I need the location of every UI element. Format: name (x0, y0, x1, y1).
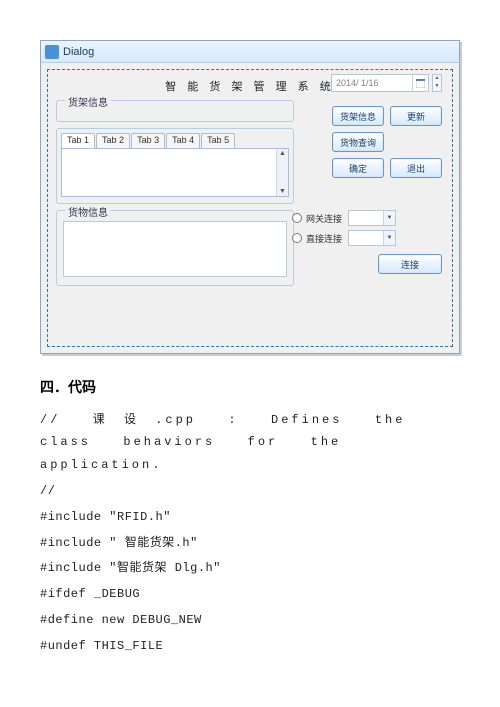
dialog-window: Dialog 智 能 货 架 管 理 系 统 货架信息 Tab 1 Tab 2 … (40, 40, 460, 354)
radio-gateway-row[interactable]: 网关连接 ▼ (292, 210, 442, 226)
tab-scrollbar[interactable]: ▲ ▼ (276, 149, 288, 196)
tab-2[interactable]: Tab 2 (96, 133, 130, 148)
tab-control-group: Tab 1 Tab 2 Tab 3 Tab 4 Tab 5 ▲ ▼ (56, 128, 294, 204)
tabstrip: Tab 1 Tab 2 Tab 3 Tab 4 Tab 5 (61, 133, 289, 149)
shelf-info-group: 货架信息 (56, 100, 294, 122)
date-spin[interactable]: ▲ ▼ (432, 74, 442, 92)
window-title: Dialog (63, 46, 94, 58)
left-column: 货架信息 Tab 1 Tab 2 Tab 3 Tab 4 Tab 5 ▲ ▼ (56, 100, 296, 286)
exit-button[interactable]: 退出 (390, 158, 442, 178)
code-line: #include " 智能货架.h" (40, 532, 460, 555)
goods-textarea[interactable] (63, 221, 287, 277)
inner-panel: 智 能 货 架 管 理 系 统 货架信息 Tab 1 Tab 2 Tab 3 T… (47, 69, 453, 347)
tab-body[interactable]: ▲ ▼ (61, 149, 289, 197)
app-icon (45, 45, 59, 59)
spin-up-icon[interactable]: ▲ (433, 75, 441, 83)
scroll-up-icon[interactable]: ▲ (279, 150, 286, 157)
button-grid: 货架信息 更新 货物查询 确定 退出 (292, 106, 442, 178)
connection-radio-group: 网关连接 ▼ 直接连接 ▼ (292, 210, 442, 246)
direct-radio[interactable] (292, 233, 302, 243)
right-column: 2014/ 1/16 ▲ ▼ 货架信息 更新 货物查询 确定 (292, 74, 442, 274)
shelf-info-button[interactable]: 货架信息 (332, 106, 384, 126)
document-section: 四．代码 // 课 设 .cpp : Defines the class beh… (40, 374, 460, 658)
chevron-down-icon: ▼ (383, 231, 395, 245)
code-line: #ifdef _DEBUG (40, 583, 460, 606)
code-line: #undef THIS_FILE (40, 635, 460, 658)
gateway-combo[interactable]: ▼ (348, 210, 396, 226)
gateway-radio-label: 网关连接 (306, 212, 342, 225)
code-line: #include "RFID.h" (40, 506, 460, 529)
direct-radio-label: 直接连接 (306, 232, 342, 245)
refresh-button[interactable]: 更新 (390, 106, 442, 126)
titlebar[interactable]: Dialog (41, 41, 459, 63)
code-line: #include "智能货架 Dlg.h" (40, 557, 460, 580)
radio-direct-row[interactable]: 直接连接 ▼ (292, 230, 442, 246)
goods-query-button[interactable]: 货物查询 (332, 132, 384, 152)
code-line: // 课 设 .cpp : Defines the class behavior… (40, 409, 460, 477)
tab-1[interactable]: Tab 1 (61, 133, 95, 148)
direct-combo[interactable]: ▼ (348, 230, 396, 246)
date-picker[interactable]: 2014/ 1/16 (331, 74, 429, 92)
goods-info-group: 货物信息 (56, 210, 294, 286)
code-line: #define new DEBUG_NEW (40, 609, 460, 632)
tab-5[interactable]: Tab 5 (201, 133, 235, 148)
date-dropdown-icon[interactable] (412, 75, 428, 91)
scroll-down-icon[interactable]: ▼ (279, 188, 286, 195)
spin-down-icon[interactable]: ▼ (433, 83, 441, 91)
connect-button[interactable]: 连接 (378, 254, 442, 274)
chevron-down-icon: ▼ (383, 211, 395, 225)
tab-4[interactable]: Tab 4 (166, 133, 200, 148)
goods-info-label: 货物信息 (65, 204, 111, 219)
confirm-button[interactable]: 确定 (332, 158, 384, 178)
date-value: 2014/ 1/16 (332, 78, 412, 88)
tab-3[interactable]: Tab 3 (131, 133, 165, 148)
date-row: 2014/ 1/16 ▲ ▼ (292, 74, 442, 92)
section-title: 四．代码 (40, 374, 460, 401)
gateway-radio[interactable] (292, 213, 302, 223)
shelf-info-label: 货架信息 (65, 94, 111, 109)
client-area: 智 能 货 架 管 理 系 统 货架信息 Tab 1 Tab 2 Tab 3 T… (41, 63, 459, 353)
code-line: // (40, 480, 460, 503)
